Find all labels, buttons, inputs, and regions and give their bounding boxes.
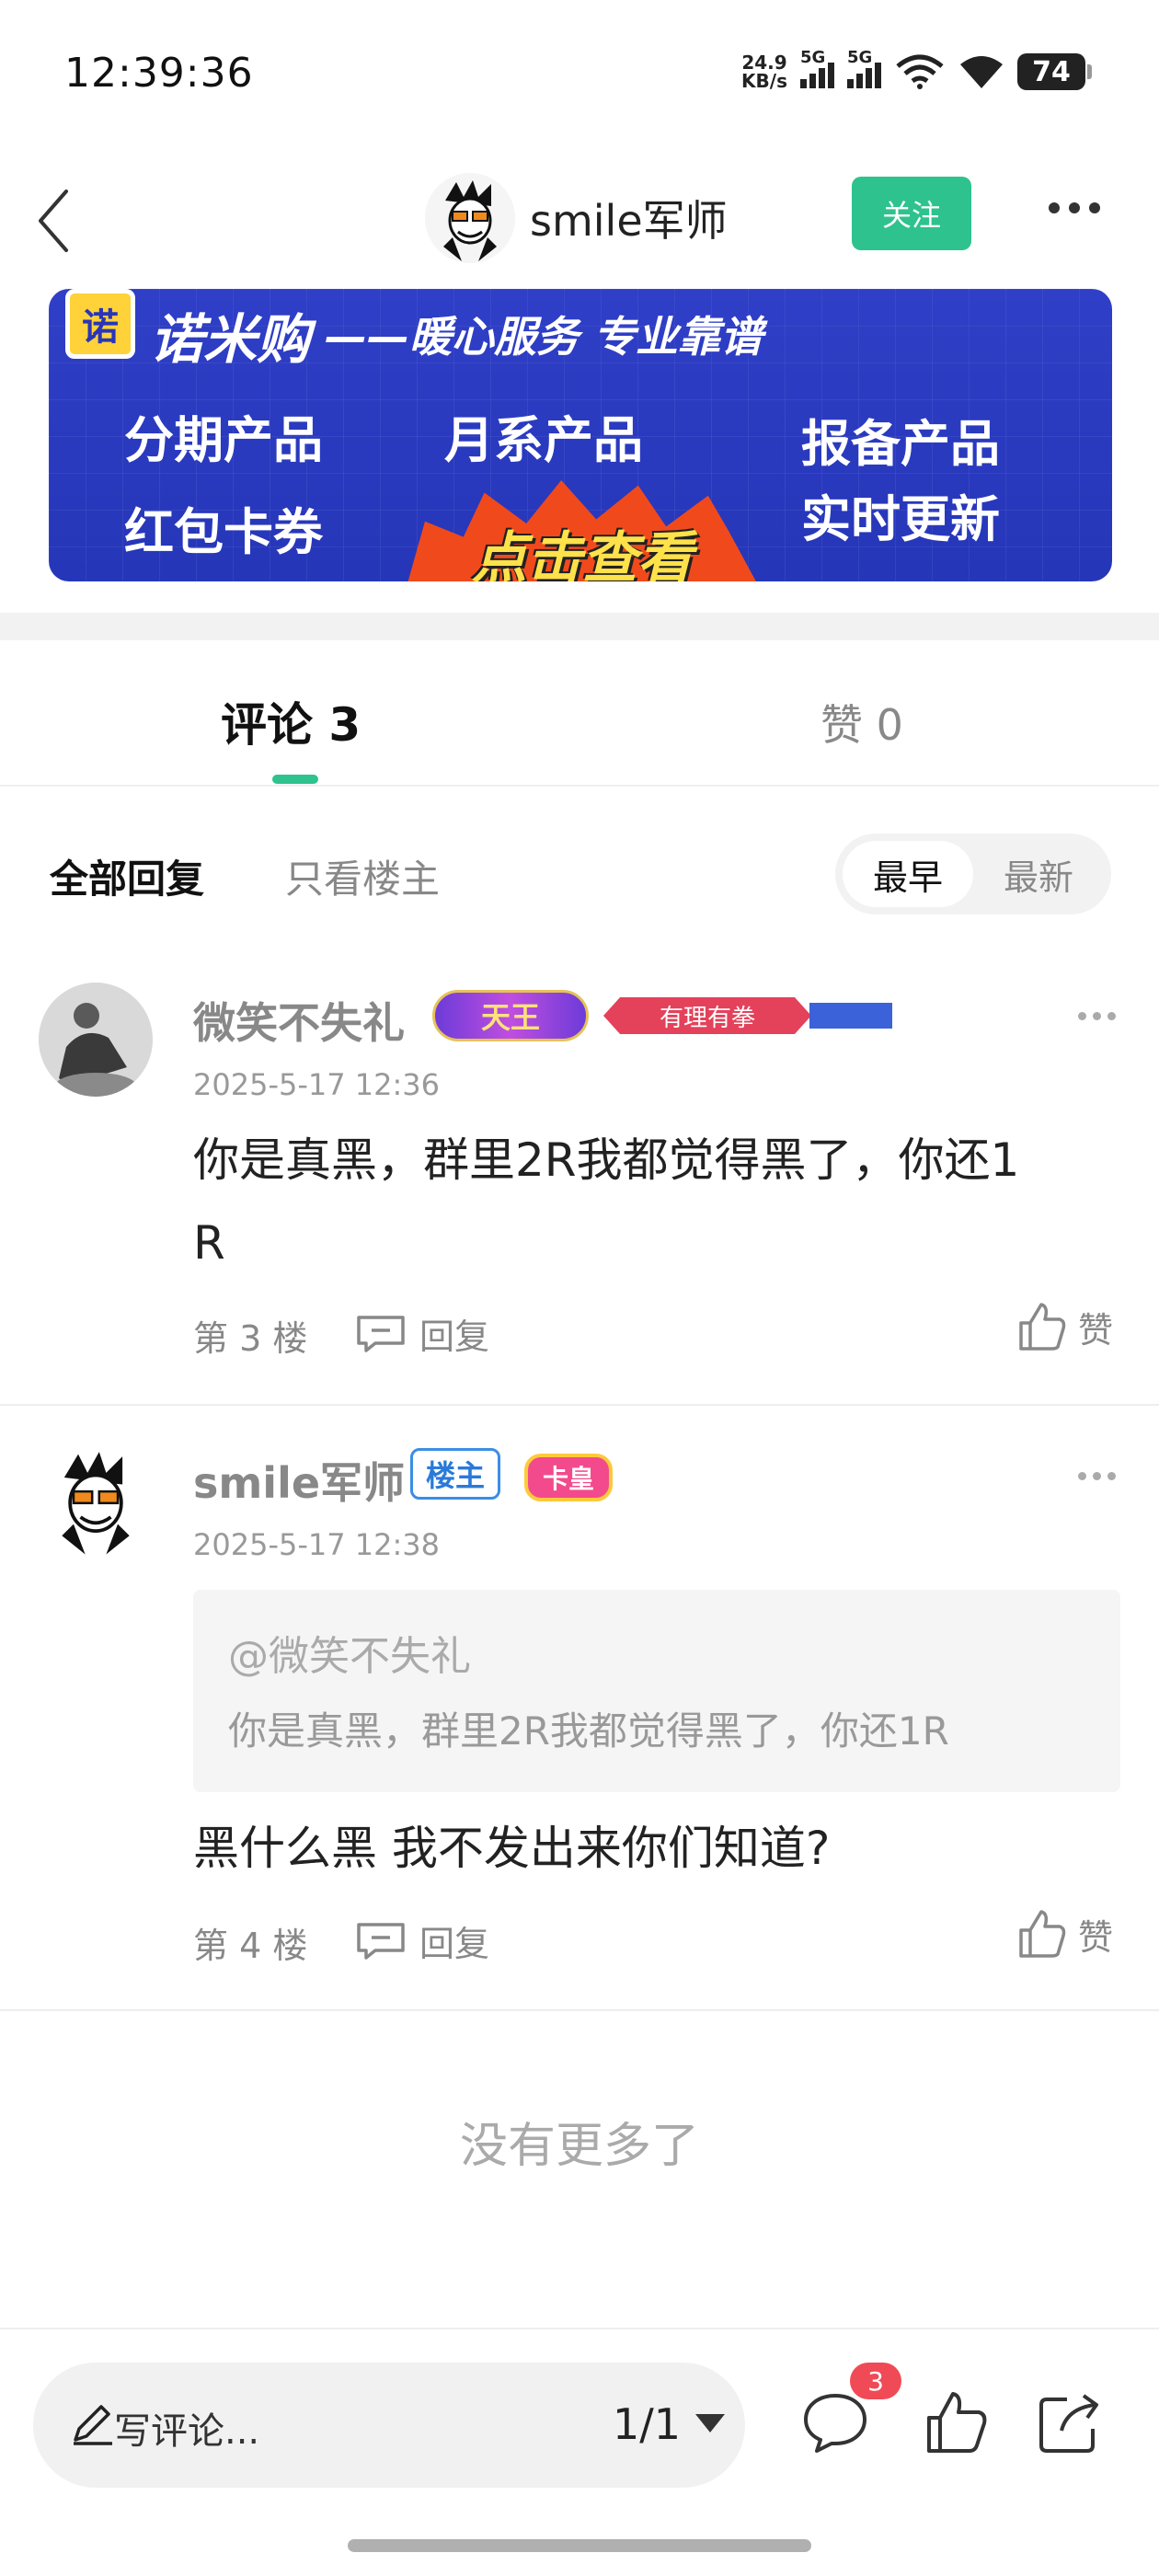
share-icon[interactable] (1034, 2386, 1107, 2460)
banner-item: 月系产品 (444, 411, 643, 469)
section-divider (0, 613, 1159, 640)
comment-text-line: R (193, 1216, 225, 1270)
thumbs-up-icon[interactable] (920, 2386, 993, 2460)
thumbs-up-icon (1019, 1910, 1066, 1958)
like-label: 赞 (1078, 1916, 1114, 1958)
banner-item: 分期产品 (124, 411, 323, 469)
floor-number: 第 3 楼 (193, 1318, 308, 1359)
filter-all-replies[interactable]: 全部回复 (50, 848, 204, 904)
pen-icon (74, 2405, 112, 2445)
comment-count-badge: 3 (850, 2363, 901, 2399)
title-badge-ribbon: 有理有拳 (603, 997, 811, 1034)
flag-decoration (809, 1003, 892, 1029)
wifi-icon (960, 56, 1003, 88)
comment-date: 2025-5-17 12:38 (193, 1527, 440, 1562)
wifi-calling-icon (896, 54, 944, 89)
banner-cta[interactable]: 点击查看 (407, 480, 757, 581)
promo-banner[interactable]: 诺 诺米购 ——暖心服务 专业靠谱 分期产品 月系产品 报备产品 红包卡券 实时… (49, 289, 1112, 581)
comment-more-icon[interactable] (1078, 1012, 1116, 1020)
follow-button[interactable]: 关注 (852, 177, 971, 250)
banner-slogan: ——暖心服务 专业靠谱 (325, 312, 763, 362)
banner-cta-label: 点击查看 (472, 526, 693, 581)
commenter-avatar[interactable] (39, 1443, 153, 1557)
banner-item: 报备产品 (801, 415, 1000, 473)
network-speed-unit: KB/s (741, 70, 787, 92)
signal-sim2-icon: 5G (847, 48, 881, 88)
status-bar: 12:39:36 24.9 KB/s 5G 5G 74 (0, 0, 1159, 156)
chevron-down-icon[interactable] (695, 2414, 725, 2432)
network-speed: 24.9 KB/s (741, 53, 787, 90)
battery-icon: 74 (1017, 53, 1092, 90)
photo-avatar-icon (39, 983, 153, 1097)
sim1-label: 5G (800, 48, 826, 67)
comment-placeholder: 写评论... (114, 2410, 260, 2453)
commenter-name[interactable]: smile军师 (193, 1450, 405, 1511)
author-avatar[interactable] (425, 173, 515, 263)
banner-brand: 诺米购 (150, 308, 311, 371)
back-arrow-icon[interactable] (33, 184, 79, 258)
bottom-bar-divider (0, 2328, 1159, 2329)
status-icons: 24.9 KB/s 5G 5G 74 (741, 48, 1092, 90)
commenter-avatar[interactable] (39, 983, 153, 1097)
comment-separator (0, 2009, 1159, 2011)
more-options-icon[interactable] (1049, 202, 1100, 213)
quoted-comment: @微笑不失礼 你是真黑，群里2R我都觉得黑了，你还1R (193, 1590, 1120, 1792)
commenter-name[interactable]: 微笑不失礼 (193, 990, 405, 1051)
cartoon-avatar-icon (425, 173, 515, 263)
comment-separator (0, 1404, 1159, 1406)
reply-label: 回复 (419, 1924, 490, 1964)
quoted-user[interactable]: @微笑不失礼 (228, 1623, 471, 1682)
cartoon-avatar-icon (39, 1443, 153, 1557)
floor-number: 第 4 楼 (193, 1926, 308, 1966)
comment-text: 黑什么黑 我不发出来你们知道? (193, 1822, 831, 1875)
like-button[interactable]: 赞 (1016, 1301, 1113, 1352)
tab-active-indicator (272, 775, 318, 784)
like-label: 赞 (1078, 1309, 1114, 1351)
reply-label: 回复 (419, 1317, 490, 1357)
comment-text-line: 你是真黑，群里2R我都觉得黑了，你还1 (193, 1133, 1020, 1187)
reply-icon (357, 1922, 405, 1960)
reply-button[interactable]: 回复 (355, 1915, 489, 1966)
banner-item: 实时更新 (801, 490, 1000, 548)
network-speed-value: 24.9 (741, 52, 787, 74)
status-time: 12:39:36 (64, 50, 254, 97)
level-badge-king: 天王 (432, 990, 589, 1041)
reply-button[interactable]: 回复 (355, 1308, 489, 1359)
comment-date: 2025-5-17 12:36 (193, 1067, 440, 1102)
sort-earliest[interactable]: 最早 (843, 841, 973, 907)
thumbs-up-icon (1019, 1303, 1066, 1351)
end-of-list-text: 没有更多了 (459, 2119, 699, 2174)
signal-sim1-icon: 5G (800, 48, 834, 88)
home-indicator[interactable] (348, 2539, 811, 2552)
reply-icon (357, 1315, 405, 1352)
level-badge-card: 卡皇 (524, 1454, 614, 1501)
top-nav: smile军师 关注 (0, 156, 1159, 285)
quoted-text: 你是真黑，群里2R我都觉得黑了，你还1R (228, 1708, 949, 1754)
sim2-label: 5G (847, 48, 873, 67)
comment-input[interactable]: 写评论... 1/1 (33, 2363, 745, 2488)
comment-text: 你是真黑，群里2R我都觉得黑了，你还1 R (193, 1119, 1019, 1284)
page-indicator[interactable]: 1/1 (613, 2399, 681, 2449)
banner-logo: 诺 (65, 289, 135, 359)
tab-likes[interactable]: 赞 0 (820, 692, 903, 753)
tabs-divider (0, 785, 1159, 787)
tab-comments[interactable]: 评论 3 (221, 688, 361, 754)
filter-op-only[interactable]: 只看楼主 (285, 848, 440, 904)
author-name[interactable]: smile军师 (530, 188, 728, 248)
comment-more-icon[interactable] (1078, 1472, 1116, 1480)
sort-toggle: 最早 最新 (835, 834, 1111, 914)
op-badge: 楼主 (410, 1448, 501, 1500)
banner-item: 红包卡券 (124, 503, 323, 561)
sort-newest[interactable]: 最新 (973, 841, 1104, 907)
like-button[interactable]: 赞 (1016, 1908, 1113, 1960)
